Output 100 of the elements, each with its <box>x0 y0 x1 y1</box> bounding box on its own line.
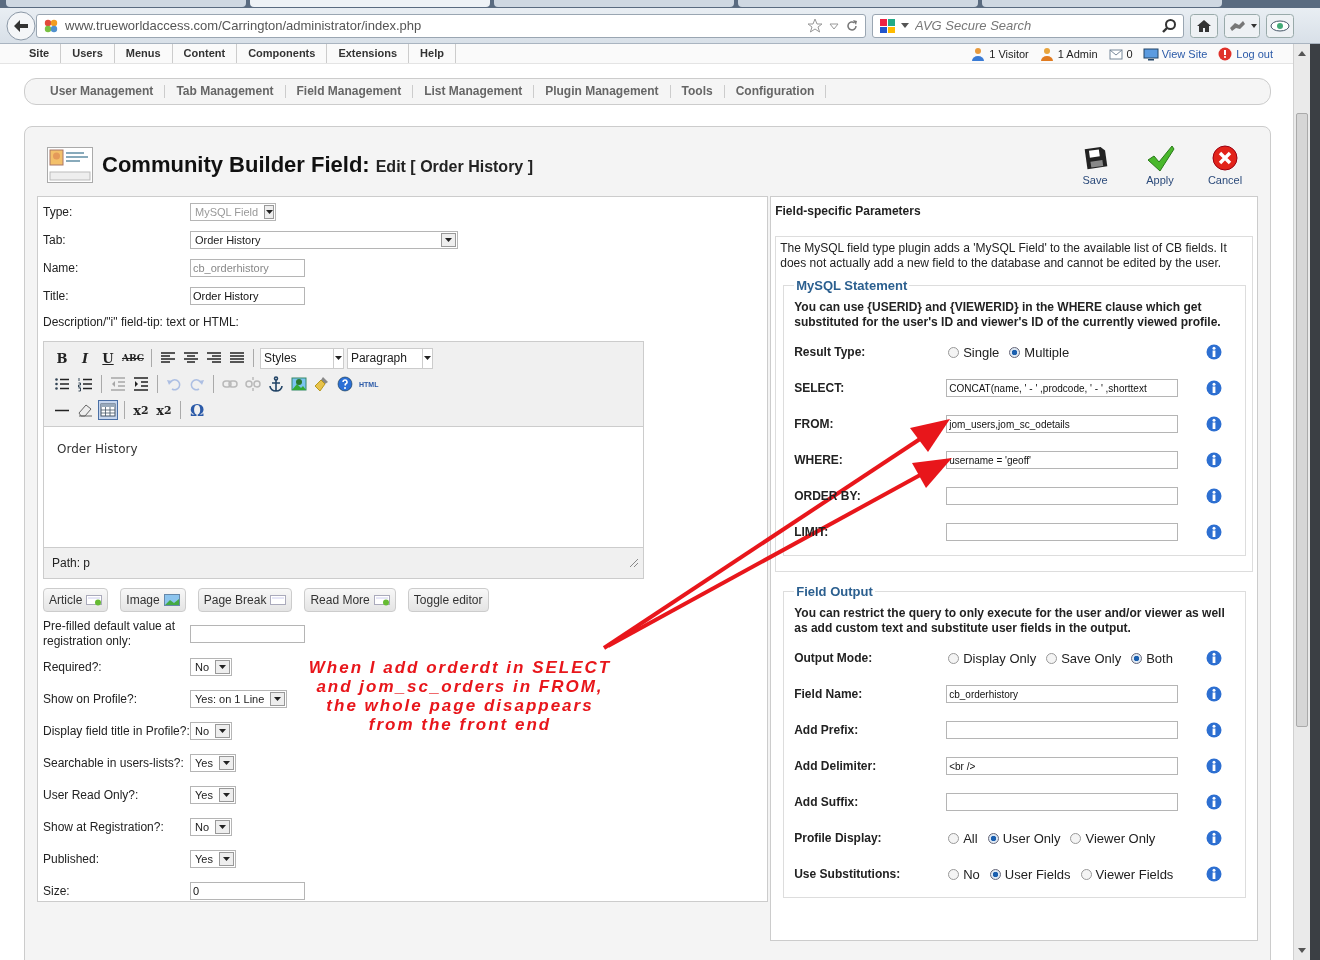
text-field[interactable] <box>190 625 305 643</box>
status-link[interactable]: View Site <box>1161 47 1208 60</box>
radio-button[interactable] <box>1070 832 1082 844</box>
editor-button[interactable]: Read More <box>304 588 396 612</box>
menu-item[interactable]: Components <box>237 44 328 63</box>
radio-label: Single <box>963 344 1000 360</box>
strike-button[interactable]: ABC <box>121 348 145 368</box>
text-field[interactable] <box>946 721 1179 739</box>
style-dropdown[interactable]: Styles <box>259 347 344 369</box>
radio-button[interactable] <box>948 652 960 664</box>
radio-button[interactable] <box>989 868 1001 880</box>
scrollbar-thumb[interactable] <box>1296 113 1308 727</box>
cancel-button[interactable]: Cancel <box>1193 143 1257 186</box>
scroll-down-icon[interactable] <box>1298 948 1306 953</box>
submenu-item[interactable]: User Management <box>39 85 166 98</box>
text-field[interactable] <box>946 523 1179 541</box>
charmap-button[interactable]: Ω <box>187 400 207 420</box>
search-box[interactable]: AVG Secure Search <box>872 13 1184 38</box>
text-field[interactable]: username = 'geoff' <box>946 451 1179 469</box>
radio-button[interactable] <box>948 346 960 358</box>
eye-button[interactable] <box>1266 13 1294 38</box>
status-link[interactable]: Log out <box>1236 47 1273 60</box>
back-button[interactable] <box>6 10 36 41</box>
caret-icon[interactable] <box>901 22 909 29</box>
dropdown[interactable]: Yes: on 1 Line <box>190 690 288 708</box>
info-icon[interactable] <box>1206 650 1223 666</box>
info-icon[interactable] <box>1206 758 1223 774</box>
radio-button[interactable] <box>1046 652 1058 664</box>
submenu-item[interactable]: Field Management <box>285 85 414 98</box>
text-field[interactable]: <br /> <box>946 757 1179 775</box>
monitor-icon <box>1142 46 1159 61</box>
info-icon[interactable] <box>1206 830 1223 846</box>
dropdown[interactable]: No <box>190 818 233 836</box>
info-icon[interactable] <box>1206 794 1223 810</box>
dropdown[interactable]: Yes <box>190 850 236 868</box>
menu-item[interactable]: Extensions <box>327 44 410 63</box>
text-field[interactable] <box>946 487 1179 505</box>
dropdown[interactable]: No <box>190 722 233 740</box>
text-field[interactable] <box>946 793 1179 811</box>
text-field[interactable]: cb_orderhistory <box>946 685 1179 703</box>
info-icon[interactable] <box>1206 452 1223 468</box>
text-field[interactable]: jom_users,jom_sc_odetails <box>946 415 1179 433</box>
info-icon[interactable] <box>1206 722 1223 738</box>
address-bar[interactable]: www.trueworldaccess.com/Carrington/administrator/index.php <box>36 13 866 38</box>
style-dropdown[interactable]: Paragraph <box>346 347 433 369</box>
submenu-item[interactable]: Plugin Management <box>534 85 671 98</box>
info-icon[interactable] <box>1206 416 1223 432</box>
radio-button[interactable] <box>1009 346 1021 358</box>
radio-button[interactable] <box>1080 868 1092 880</box>
submenu-item[interactable]: Tools <box>670 85 725 98</box>
dropdown[interactable]: Yes <box>190 754 236 772</box>
editor-button[interactable]: Image <box>120 588 186 612</box>
info-icon[interactable] <box>1206 344 1223 360</box>
search-icon[interactable] <box>1161 17 1177 34</box>
reload-icon[interactable] <box>845 18 859 33</box>
info-icon[interactable] <box>1206 686 1223 702</box>
underline-button[interactable]: U <box>98 348 118 368</box>
info-icon[interactable] <box>1206 866 1223 882</box>
home-button[interactable] <box>1190 13 1218 38</box>
anchor-button[interactable] <box>266 374 286 394</box>
radio-button[interactable] <box>987 832 999 844</box>
help-button[interactable] <box>335 374 355 394</box>
radio-button[interactable] <box>948 832 960 844</box>
extension-button[interactable] <box>1224 13 1260 38</box>
scroll-up-icon[interactable] <box>1298 51 1306 56</box>
save-button[interactable]: Save <box>1063 143 1127 186</box>
apply-button[interactable]: Apply <box>1128 143 1192 186</box>
radio-button[interactable] <box>948 868 960 880</box>
dropdown[interactable]: Order History <box>190 231 458 249</box>
dropdown[interactable]: No <box>190 658 233 676</box>
section-title: MySQL Statement <box>795 278 909 293</box>
star-icon[interactable] <box>807 17 823 34</box>
text-field[interactable]: CONCAT(name, ' - ' ,prodcode, ' - ' ,shorttext <box>946 379 1179 397</box>
menu-item[interactable]: Menus <box>114 44 173 63</box>
editor-button[interactable]: Page Break <box>197 588 293 612</box>
submenu-item[interactable]: Configuration <box>724 85 827 98</box>
dropdown[interactable]: Yes <box>190 786 236 804</box>
image-button[interactable] <box>289 374 309 394</box>
editor-button[interactable]: Article <box>43 588 109 612</box>
editor-button[interactable]: Toggle editor <box>407 588 489 612</box>
menu-item[interactable]: Users <box>61 44 115 63</box>
menu-item[interactable]: Site <box>18 44 62 63</box>
italic-button[interactable]: I <box>75 348 95 368</box>
indent-button[interactable] <box>131 374 151 394</box>
dropdown-icon[interactable] <box>829 20 839 31</box>
bold-button[interactable]: B <box>52 348 72 368</box>
text-field[interactable]: Order History <box>190 287 305 305</box>
info-icon[interactable] <box>1206 524 1223 540</box>
menu-item[interactable]: Help <box>409 44 456 63</box>
bullet-list-icon <box>54 376 70 392</box>
scrollbar[interactable] <box>1293 44 1310 960</box>
radio-button[interactable] <box>1131 652 1143 664</box>
submenu-item[interactable]: List Management <box>413 85 535 98</box>
table-button[interactable] <box>98 400 118 420</box>
menu-item[interactable]: Content <box>172 44 238 63</box>
resize-handle-icon[interactable] <box>629 558 639 568</box>
info-icon[interactable] <box>1206 488 1223 504</box>
text-field[interactable]: 0 <box>190 882 305 900</box>
submenu-item[interactable]: Tab Management <box>165 85 286 98</box>
info-icon[interactable] <box>1206 380 1223 396</box>
